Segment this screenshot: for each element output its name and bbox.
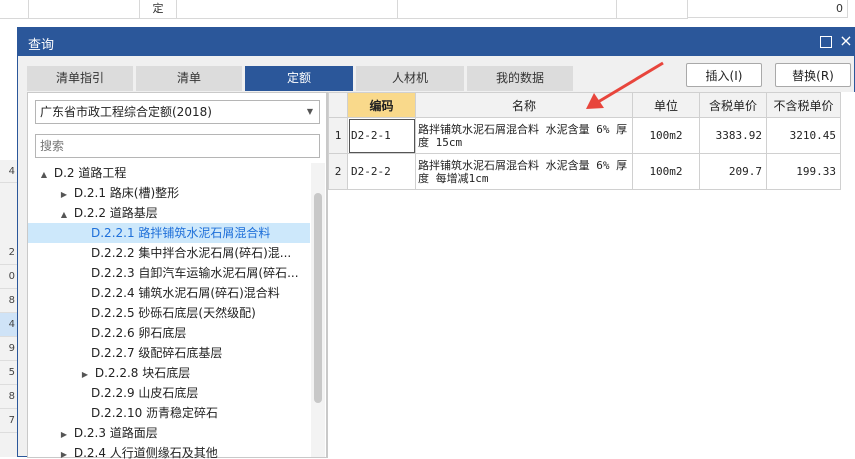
tree-item[interactable]: D.2.2.6 卵石底层	[91, 323, 186, 343]
tab-my-data[interactable]: 我的数据	[467, 66, 573, 91]
bg-cell-text: 定	[140, 0, 177, 19]
expanded-arrow-icon[interactable]: ▲	[58, 205, 70, 225]
cell-unit[interactable]: 100m2	[632, 117, 700, 154]
quota-table: 编码 名称 单位 含税单价 不含税单价 1 D2-2-1 路拌铺筑水泥石屑混合料…	[328, 92, 841, 190]
background-row-numbers: 4 2 0 8 4 9 5 8 7	[0, 160, 18, 457]
scrollbar-thumb[interactable]	[314, 193, 322, 403]
close-icon[interactable]: ×	[838, 31, 854, 51]
quota-results-panel: 编码 名称 单位 含税单价 不含税单价 1 D2-2-1 路拌铺筑水泥石屑混合料…	[327, 92, 855, 458]
column-header-unit[interactable]: 单位	[632, 92, 700, 118]
maximize-icon[interactable]	[820, 36, 832, 48]
collapsed-arrow-icon[interactable]: ▶	[79, 365, 91, 385]
column-header-price-tax[interactable]: 含税单价	[699, 92, 767, 118]
column-header-code[interactable]: 编码	[347, 92, 416, 118]
tree-item[interactable]: D.2.2.4 铺筑水泥石屑(碎石)混合料	[91, 283, 280, 303]
tree-item-label: D.2.2.7 级配碎石底基层	[91, 346, 223, 360]
row-number: 9	[0, 337, 17, 361]
tree-item[interactable]: ▲ D.2.2 道路基层	[58, 203, 158, 223]
tree-item[interactable]: D.2.2.9 山皮石底层	[91, 383, 198, 403]
row-number: 4	[0, 313, 17, 337]
bg-cell	[0, 0, 29, 19]
column-header-name[interactable]: 名称	[415, 92, 633, 118]
background-top-row: 定 0	[0, 0, 855, 26]
tree-item-selected[interactable]: D.2.2.1 路拌铺筑水泥石屑混合料	[28, 223, 310, 243]
search-input[interactable]	[35, 134, 320, 158]
tree-item-label: D.2.3 道路面层	[73, 426, 158, 440]
tree-item-label: D.2.2.10 沥青稳定碎石	[91, 406, 219, 420]
tree-item[interactable]: ▲ D.2 道路工程	[38, 163, 126, 183]
tree-item[interactable]: D.2.2.3 自卸汽车运输水泥石屑(碎石...	[91, 263, 299, 283]
row-number: 2	[328, 153, 348, 190]
tab-labor-material-machine[interactable]: 人材机	[356, 66, 464, 91]
tree-item-label: D.2.2.1 路拌铺筑水泥石屑混合料	[91, 226, 271, 240]
tree-item-label: D.2.2.2 集中拌合水泥石屑(碎石)混...	[91, 246, 292, 260]
row-gap	[0, 183, 17, 241]
tree-item-label: D.2.2 道路基层	[73, 206, 158, 220]
tree-item-label: D.2.2.5 砂砾石底层(天然级配)	[91, 306, 256, 320]
tab-list[interactable]: 清单	[136, 66, 242, 91]
tree-item-label: D.2.2.6 卵石底层	[91, 326, 187, 340]
tree-scrollbar[interactable]	[311, 163, 325, 457]
cell-price-tax[interactable]: 209.7	[699, 153, 767, 190]
row-number: 8	[0, 385, 17, 409]
insert-button[interactable]: 插入(I)	[686, 63, 762, 87]
expanded-arrow-icon[interactable]: ▲	[38, 165, 50, 185]
collapsed-arrow-icon[interactable]: ▶	[58, 425, 70, 445]
bg-cell	[398, 0, 617, 19]
cell-unit[interactable]: 100m2	[632, 153, 700, 190]
row-number: 1	[328, 117, 348, 154]
cell-code[interactable]: D2-2-1	[347, 117, 416, 154]
query-dialog: 查询 × 清单指引 清单 定额 人材机 我的数据 插入(I) 替换(R) 广东省…	[17, 27, 855, 459]
quota-tree: ▲ D.2 道路工程 ▶ D.2.1 路床(槽)整形 ▲ D.2.2 道路基层 …	[28, 163, 310, 459]
cell-name[interactable]: 路拌铺筑水泥石屑混合料 水泥含量 6% 厚度 15cm	[415, 117, 633, 154]
quota-tree-panel: 广东省市政工程综合定额(2018) ▼ ▲ D.2 道路工程 ▶ D.2.1 路…	[27, 92, 327, 459]
cell-price-notax[interactable]: 3210.45	[766, 117, 841, 154]
tab-quota[interactable]: 定额	[245, 66, 353, 91]
tree-item[interactable]: ▶ D.2.3 道路面层	[58, 423, 158, 443]
row-number: 7	[0, 409, 17, 433]
row-number: 5	[0, 361, 17, 385]
cell-name[interactable]: 路拌铺筑水泥石屑混合料 水泥含量 6% 厚度 每增减1cm	[415, 153, 633, 190]
bg-cell	[177, 0, 398, 19]
tree-item[interactable]: D.2.2.2 集中拌合水泥石屑(碎石)混...	[91, 243, 291, 263]
bg-cell	[29, 0, 140, 19]
tree-item-label: D.2.2.9 山皮石底层	[91, 386, 199, 400]
row-number: 8	[0, 289, 17, 313]
table-row[interactable]: 2 D2-2-2 路拌铺筑水泥石屑混合料 水泥含量 6% 厚度 每增减1cm 1…	[328, 153, 841, 190]
tree-item-label: D.2 道路工程	[53, 166, 127, 180]
row-number: 0	[0, 265, 17, 289]
row-number: 4	[0, 160, 17, 183]
bg-cell-value: 0	[688, 0, 848, 18]
tree-item[interactable]: ▶ D.2.1 路床(槽)整形	[58, 183, 179, 203]
tree-item-label: D.2.4 人行道侧缘石及其他	[73, 446, 218, 459]
cell-price-notax[interactable]: 199.33	[766, 153, 841, 190]
column-header-price-notax[interactable]: 不含税单价	[766, 92, 841, 118]
dialog-titlebar[interactable]: 查询 ×	[18, 28, 854, 56]
tree-item[interactable]: ▶ D.2.2.8 块石底层	[79, 363, 190, 383]
quota-library-value: 广东省市政工程综合定额(2018)	[40, 105, 212, 119]
tree-item[interactable]: D.2.2.10 沥青稳定碎石	[91, 403, 218, 423]
tab-list-guide[interactable]: 清单指引	[27, 66, 133, 91]
tree-item[interactable]: D.2.2.5 砂砾石底层(天然级配)	[91, 303, 256, 323]
chevron-down-icon: ▼	[306, 107, 313, 116]
tree-item[interactable]: D.2.2.7 级配碎石底基层	[91, 343, 222, 363]
tree-item-label: D.2.2.3 自卸汽车运输水泥石屑(碎石...	[91, 266, 299, 280]
tree-item-label: D.2.2.8 块石底层	[94, 366, 191, 380]
cell-price-tax[interactable]: 3383.92	[699, 117, 767, 154]
tree-item-label: D.2.1 路床(槽)整形	[73, 186, 180, 200]
table-row[interactable]: 1 D2-2-1 路拌铺筑水泥石屑混合料 水泥含量 6% 厚度 15cm 100…	[328, 117, 841, 154]
header-corner	[328, 92, 348, 118]
replace-button[interactable]: 替换(R)	[775, 63, 851, 87]
table-header-row: 编码 名称 单位 含税单价 不含税单价	[328, 92, 841, 118]
row-number: 2	[0, 241, 17, 265]
bg-cell	[617, 0, 688, 19]
quota-library-select[interactable]: 广东省市政工程综合定额(2018) ▼	[35, 100, 320, 124]
collapsed-arrow-icon[interactable]: ▶	[58, 185, 70, 205]
tree-item-label: D.2.2.4 铺筑水泥石屑(碎石)混合料	[91, 286, 280, 300]
cell-code[interactable]: D2-2-2	[347, 153, 416, 190]
dialog-title: 查询	[28, 38, 55, 53]
